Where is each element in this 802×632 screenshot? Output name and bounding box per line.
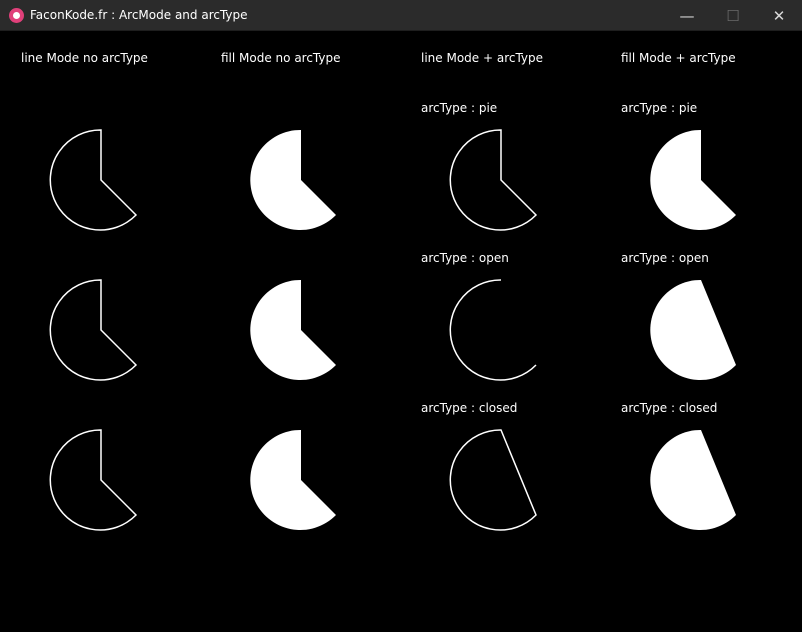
arc-line-open: [449, 279, 537, 381]
close-button[interactable]: ✕: [756, 0, 802, 31]
drawing-canvas: [49, 129, 736, 531]
arc-fill-closed: [650, 429, 736, 530]
minimize-button[interactable]: —: [664, 0, 710, 31]
arc-line-noarctype-2: [49, 279, 138, 381]
maximize-button[interactable]: ☐: [710, 0, 756, 31]
window-title: FaconKode.fr : ArcMode and arcType: [30, 8, 248, 22]
arc-fill-noarctype-3: [250, 429, 336, 530]
arc-fill-noarctype-1: [250, 129, 336, 230]
arc-line-noarctype-1: [49, 129, 138, 231]
arc-line-noarctype-3: [49, 429, 138, 531]
arc-line-pie: [449, 129, 538, 231]
arc-fill-noarctype-2: [250, 279, 336, 380]
arc-fill-open: [650, 279, 736, 380]
app-logo-icon: [9, 8, 24, 23]
arc-fill-pie: [650, 129, 736, 230]
title-bar: FaconKode.fr : ArcMode and arcType — ☐ ✕: [0, 0, 802, 31]
arc-line-closed: [449, 429, 537, 531]
